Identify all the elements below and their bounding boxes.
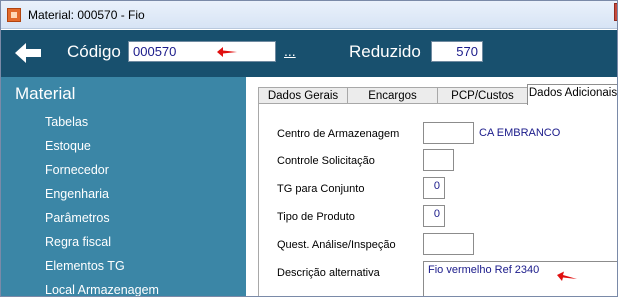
- descricao-alternativa-textarea[interactable]: Fio vermelho Ref 2340: [423, 261, 617, 296]
- tab-dados-adicionais[interactable]: Dados Adicionais: [527, 84, 617, 105]
- annotation-arrow-icon: [557, 271, 577, 281]
- centro-armazenagem-input[interactable]: [423, 122, 474, 144]
- reduzido-input[interactable]: 570: [431, 41, 483, 62]
- sidebar-item-engenharia[interactable]: Engenharia: [45, 187, 109, 201]
- tipo-produto-input[interactable]: 0: [423, 205, 445, 227]
- header-bar: Código 000570 ... Reduzido 570: [1, 30, 617, 77]
- title-bar: Material: 000570 - Fio: [1, 1, 617, 29]
- tab-bar: Dados Gerais Encargos PCP/Custos Dados A…: [258, 84, 617, 105]
- tg-conjunto-label: TG para Conjunto: [277, 183, 365, 195]
- sidebar-title: Material: [15, 84, 76, 103]
- annotation-arrow-icon: [217, 47, 237, 57]
- quest-analise-input[interactable]: [423, 233, 474, 255]
- centro-armazenagem-label: Centro de Armazenagem: [277, 128, 400, 140]
- codigo-input[interactable]: 000570: [128, 41, 276, 62]
- material-window: Material: 000570 - Fio Código 000570 ...…: [0, 0, 618, 297]
- sidebar-item-estoque[interactable]: Estoque: [45, 139, 91, 153]
- quest-analise-label: Quest. Análise/Inspeção: [277, 239, 396, 251]
- main-panel: Dados Gerais Encargos PCP/Custos Dados A…: [246, 77, 617, 296]
- controle-solicitacao-input[interactable]: [423, 149, 454, 171]
- close-button[interactable]: [614, 3, 617, 21]
- reduzido-label: Reduzido: [349, 42, 421, 61]
- app-icon: [7, 8, 21, 22]
- back-arrow-icon[interactable]: [13, 40, 43, 66]
- centro-armazenagem-description: CA EMBRANCO: [479, 127, 561, 139]
- sidebar-item-elementos-tg[interactable]: Elementos TG: [45, 259, 125, 273]
- sidebar: Material Tabelas Estoque Fornecedor Enge…: [1, 77, 246, 296]
- sidebar-item-regra-fiscal[interactable]: Regra fiscal: [45, 235, 111, 249]
- tg-conjunto-input[interactable]: 0: [423, 177, 445, 199]
- sidebar-item-parametros[interactable]: Parâmetros: [45, 211, 110, 225]
- controle-solicitacao-label: Controle Solicitação: [277, 155, 375, 167]
- tipo-produto-label: Tipo de Produto: [277, 211, 355, 223]
- sidebar-item-fornecedor[interactable]: Fornecedor: [45, 163, 109, 177]
- sidebar-item-local-armazenagem[interactable]: Local Armazenagem: [45, 283, 159, 296]
- codigo-lookup-button[interactable]: ...: [284, 43, 296, 59]
- codigo-label: Código: [67, 42, 121, 61]
- window-title: Material: 000570 - Fio: [28, 8, 145, 22]
- descricao-alternativa-label: Descrição alternativa: [277, 267, 380, 279]
- dados-adicionais-panel: Centro de Armazenagem CA EMBRANCO Contro…: [258, 103, 617, 296]
- sidebar-item-tabelas[interactable]: Tabelas: [45, 115, 88, 129]
